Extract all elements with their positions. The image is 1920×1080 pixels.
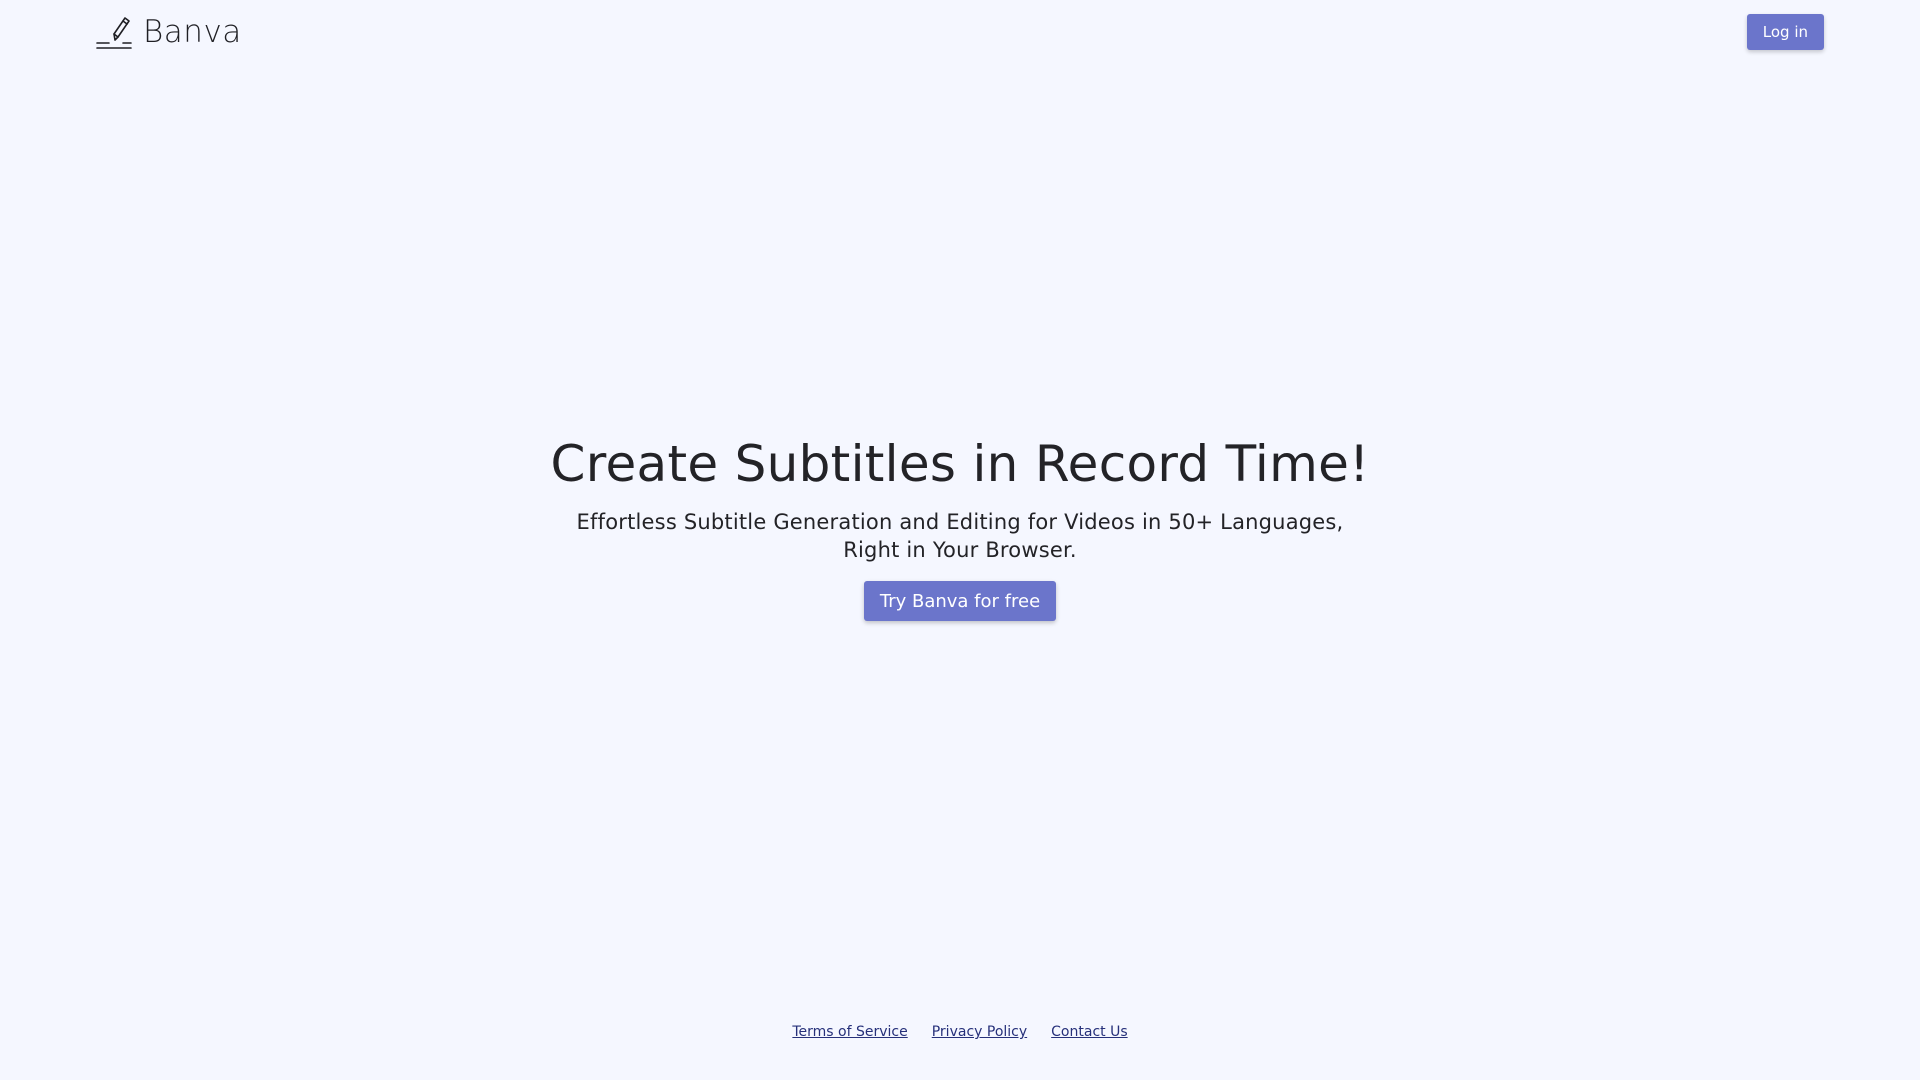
hero-section: Create Subtitles in Record Time! Effortl…	[0, 432, 1920, 621]
hero-subtitle: Effortless Subtitle Generation and Editi…	[576, 510, 1344, 562]
pen-signature-icon	[96, 17, 132, 49]
terms-of-service-link[interactable]: Terms of Service	[792, 1024, 907, 1040]
try-free-button[interactable]: Try Banva for free	[863, 581, 1057, 621]
site-header: Banva Log in	[0, 0, 1920, 64]
contact-us-link[interactable]: Contact Us	[1051, 1024, 1127, 1040]
site-footer: Terms of Service Privacy Policy Contact …	[0, 1024, 1920, 1040]
brand-name: Banva	[143, 13, 242, 50]
privacy-policy-link[interactable]: Privacy Policy	[932, 1024, 1027, 1040]
landing-page: Banva Log in Create Subtitles in Record …	[0, 0, 1920, 1080]
brand-logo-link[interactable]: Banva	[95, 12, 242, 52]
hero-title: Create Subtitles in Record Time!	[550, 435, 1370, 493]
login-button[interactable]: Log in	[1746, 14, 1824, 50]
